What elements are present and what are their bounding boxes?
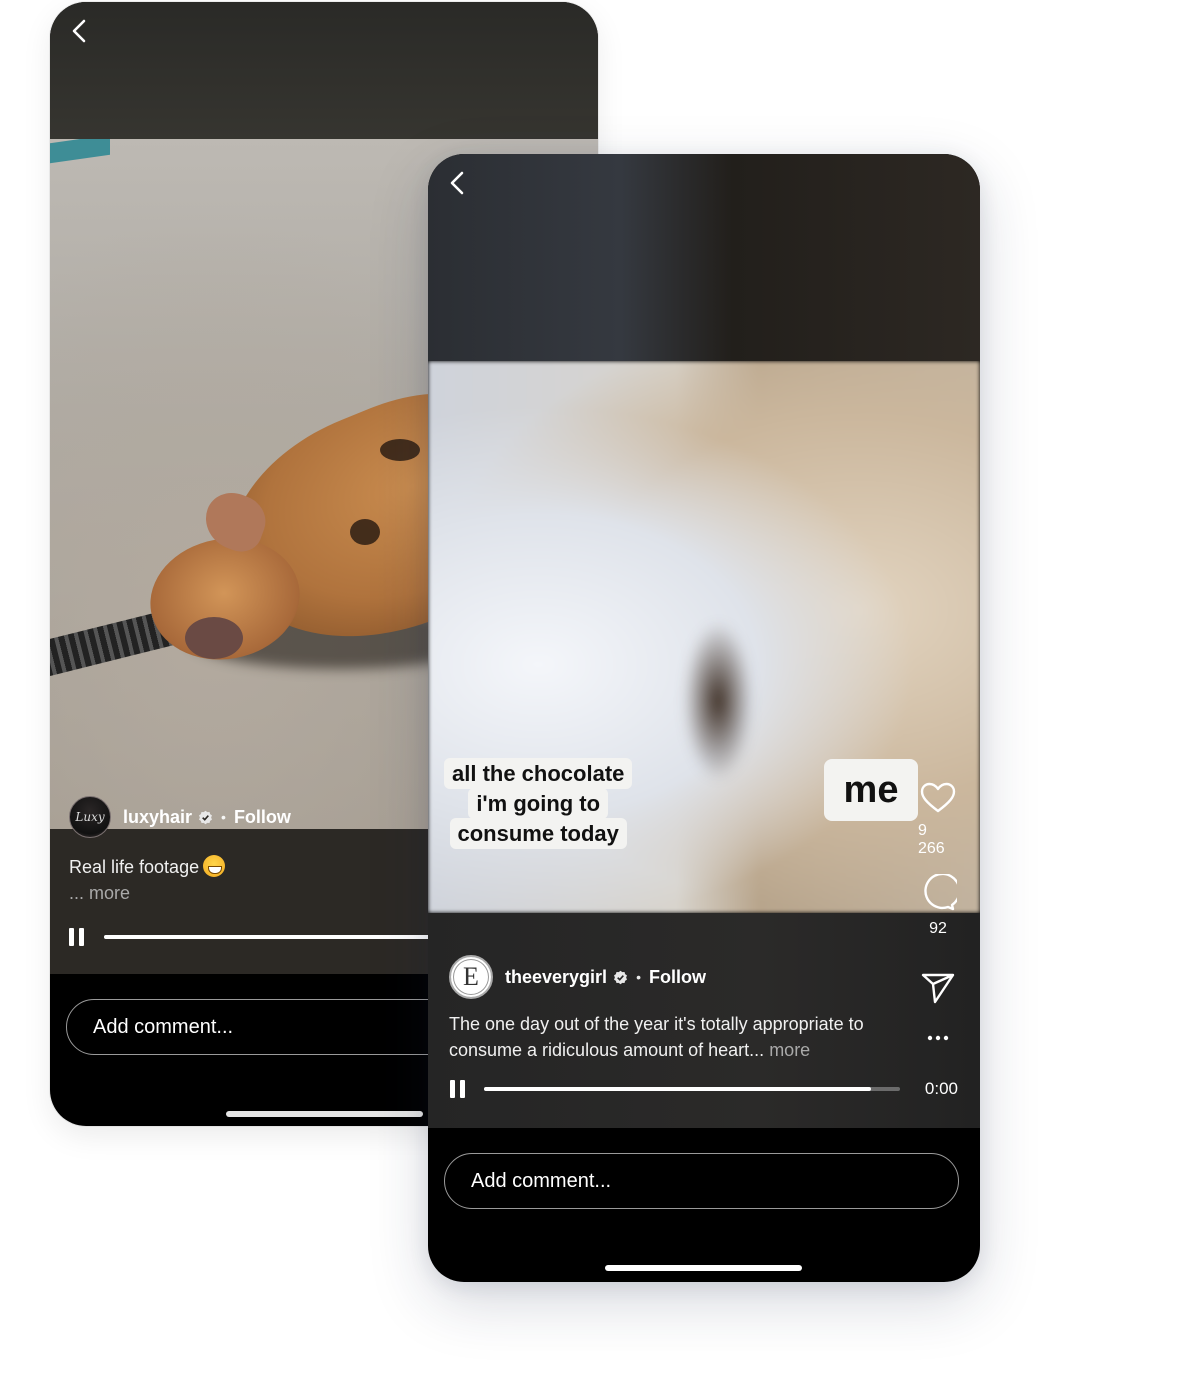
- separator-dot: •: [636, 969, 641, 985]
- username[interactable]: theeverygirl: [505, 967, 607, 988]
- pause-icon-bar: [69, 928, 74, 946]
- back-button[interactable]: [66, 16, 94, 46]
- author-row: E theeverygirl • Follow: [449, 955, 706, 999]
- overlay-line: i'm going to: [468, 788, 609, 819]
- pig-snout: [185, 617, 243, 659]
- pause-icon-bar: [79, 928, 84, 946]
- username[interactable]: luxyhair: [123, 807, 192, 828]
- more-options-button[interactable]: [920, 1034, 956, 1042]
- progress-bar[interactable]: [484, 1087, 900, 1091]
- post-caption: Real life footage ... more: [69, 854, 226, 906]
- more-dots-icon: [927, 1035, 949, 1041]
- chevron-left-icon: [450, 171, 464, 195]
- caption-text: Real life footage: [69, 857, 200, 877]
- comment-button[interactable]: 92: [918, 874, 958, 938]
- pause-icon-bar: [460, 1080, 465, 1098]
- like-button[interactable]: 9 266: [918, 782, 958, 858]
- like-count: 9 266: [918, 822, 945, 857]
- top-bar: [50, 2, 598, 139]
- video-player-cats[interactable]: all the chocolate i'm going to consume t…: [428, 361, 980, 913]
- pause-button[interactable]: [69, 928, 85, 946]
- playback-time: 0:00: [924, 1079, 958, 1098]
- heart-icon: [920, 782, 956, 813]
- front-phone-screen: all the chocolate i'm going to consume t…: [428, 154, 980, 1282]
- more-link[interactable]: ... more: [69, 880, 225, 906]
- chevron-left-icon: [72, 19, 86, 43]
- more-link[interactable]: more: [769, 1040, 810, 1060]
- overlay-line: all the chocolate: [444, 758, 633, 789]
- avatar-logo-text: E: [463, 962, 479, 991]
- verified-badge-icon: [199, 810, 212, 824]
- me-sticker: me: [824, 759, 918, 821]
- avatar[interactable]: E: [449, 955, 493, 999]
- share-button[interactable]: [920, 972, 956, 1004]
- avatar[interactable]: Luxy: [69, 796, 111, 838]
- pause-icon-bar: [450, 1080, 455, 1098]
- playback-controls: 0:00: [428, 1078, 980, 1102]
- back-button[interactable]: [444, 168, 472, 198]
- video-text-overlay: all the chocolate i'm going to consume t…: [444, 758, 633, 849]
- follow-button[interactable]: Follow: [234, 807, 291, 828]
- comment-count: 92: [929, 920, 947, 937]
- send-icon: [921, 973, 955, 1004]
- add-comment-input[interactable]: Add comment...: [444, 1153, 959, 1209]
- progress-fill: [484, 1087, 871, 1091]
- comment-bubble-icon: [924, 874, 957, 911]
- pause-button[interactable]: [450, 1080, 466, 1098]
- top-bar: [428, 154, 980, 361]
- post-caption: The one day out of the year it's totally…: [449, 1011, 919, 1063]
- avatar-logo-text: Luxy: [75, 810, 105, 824]
- follow-button[interactable]: Follow: [649, 967, 706, 988]
- author-row: Luxy luxyhair • Follow: [69, 796, 291, 838]
- cat-shadow: [683, 621, 753, 781]
- home-indicator[interactable]: [226, 1111, 423, 1117]
- pig-spot: [350, 519, 380, 545]
- overlay-line: consume today: [449, 818, 627, 849]
- separator-dot: •: [221, 809, 226, 825]
- pig-spot: [380, 439, 420, 461]
- grinning-sweat-emoji-icon: [203, 855, 226, 877]
- home-indicator[interactable]: [605, 1265, 802, 1271]
- verified-badge-icon: [614, 970, 628, 984]
